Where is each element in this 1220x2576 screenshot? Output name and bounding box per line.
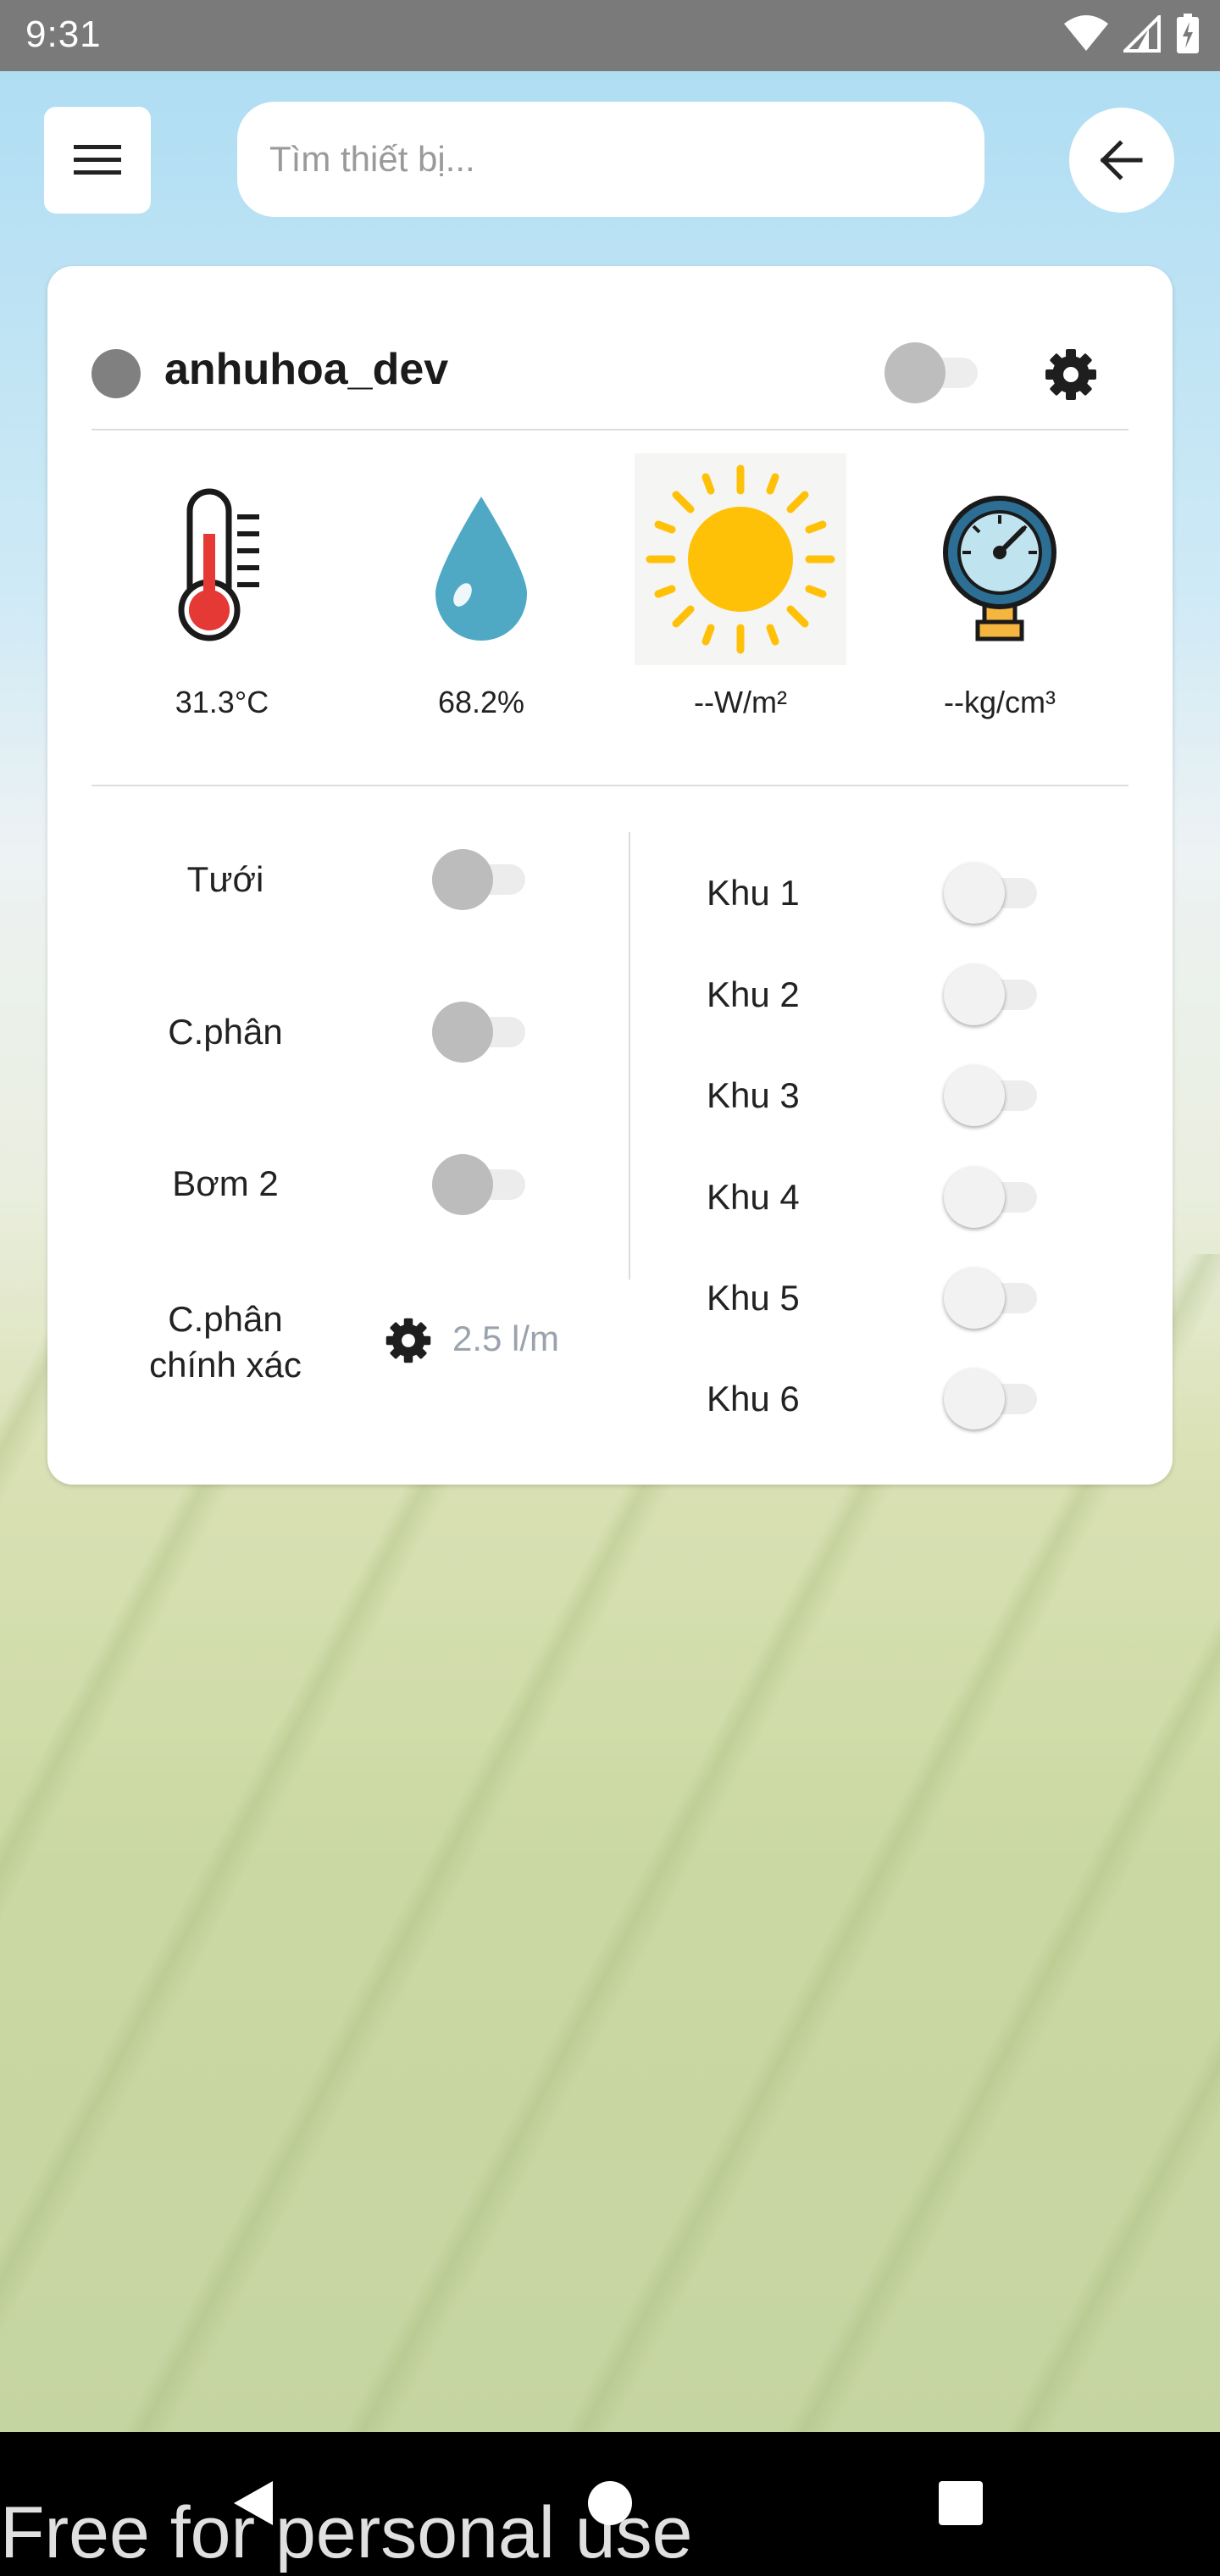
gear-icon	[385, 1318, 431, 1363]
switch-bom2[interactable]	[432, 1154, 532, 1215]
switch-zone-5[interactable]	[944, 1268, 1044, 1329]
zone-label-1: Khu 1	[707, 873, 800, 913]
gear-icon	[1045, 349, 1096, 400]
pressure-value: --kg/cm³	[944, 685, 1056, 719]
pressure-gauge-icon	[943, 496, 1056, 641]
zone-label-6: Khu 6	[707, 1379, 800, 1418]
humidity-value: 68.2%	[437, 685, 525, 719]
switch-zone-4[interactable]	[944, 1167, 1044, 1228]
device-settings-button[interactable]	[1040, 344, 1101, 405]
status-icons	[1064, 14, 1200, 54]
switch-tuoi[interactable]	[432, 849, 532, 910]
control-label-precise: C.phân chính xác	[98, 1296, 352, 1388]
switch-zone-6[interactable]	[944, 1368, 1044, 1430]
precise-settings-button[interactable]	[385, 1313, 432, 1368]
zone-label-2: Khu 2	[707, 974, 800, 1014]
switch-knob	[944, 863, 1005, 924]
hamburger-menu-icon	[74, 145, 121, 175]
switch-knob	[884, 342, 946, 403]
header-divider	[92, 429, 1128, 430]
control-label-cphan: C.phân	[168, 1012, 283, 1052]
temperature-value: 31.3°C	[175, 685, 269, 719]
switch-cphan[interactable]	[432, 1002, 532, 1063]
zone-label-5: Khu 5	[707, 1278, 800, 1318]
device-power-switch[interactable]	[884, 342, 984, 403]
device-search-input[interactable]	[237, 102, 984, 217]
switch-zone-2[interactable]	[944, 964, 1044, 1025]
menu-button[interactable]	[44, 107, 151, 214]
device-card: anhuhoa_dev 31.3°C 68.2% --W/m² --kg/cm³…	[47, 266, 1173, 1485]
wifi-icon	[1064, 15, 1108, 51]
switch-knob	[944, 1167, 1005, 1228]
switch-zone-1[interactable]	[944, 863, 1044, 924]
switch-knob	[944, 1268, 1005, 1329]
nav-recents-icon[interactable]	[937, 2479, 984, 2527]
sensor-radiation: --W/m²	[613, 453, 868, 720]
status-bar: 9:31	[0, 0, 1220, 71]
control-label-precise-line2: chính xác	[149, 1345, 302, 1385]
back-button[interactable]	[1069, 108, 1174, 213]
watermark-text: Free for personal use	[0, 2492, 693, 2573]
switch-knob	[432, 1002, 493, 1063]
device-status-dot	[92, 349, 141, 398]
radiation-value: --W/m²	[694, 685, 787, 719]
cell-signal-icon	[1123, 15, 1161, 53]
sensor-temperature: 31.3°C	[95, 475, 349, 720]
battery-icon	[1177, 14, 1199, 53]
switch-knob	[432, 849, 493, 910]
control-label-precise-line1: C.phân	[168, 1299, 283, 1339]
device-name: anhuhoa_dev	[164, 345, 449, 394]
sensor-humidity: 68.2%	[354, 475, 608, 720]
column-divider	[629, 832, 630, 1280]
arrow-back-icon	[1100, 140, 1143, 180]
precise-rate-value[interactable]: 2.5 l/m	[452, 1319, 559, 1359]
switch-knob	[432, 1154, 493, 1215]
switch-zone-3[interactable]	[944, 1065, 1044, 1126]
control-label-tuoi: Tưới	[186, 859, 264, 899]
status-time: 9:31	[25, 14, 102, 55]
zone-label-4: Khu 4	[707, 1177, 800, 1217]
control-label-bom2: Bơm 2	[172, 1163, 279, 1203]
sensor-pressure: --kg/cm³	[873, 475, 1127, 720]
switch-knob	[944, 1368, 1005, 1430]
sensor-divider	[92, 785, 1128, 786]
switch-knob	[944, 1065, 1005, 1126]
water-drop-icon	[435, 497, 527, 641]
thermometer-icon	[178, 488, 259, 641]
zone-label-3: Khu 3	[707, 1075, 800, 1115]
sun-icon	[635, 453, 846, 665]
switch-knob	[944, 964, 1005, 1025]
